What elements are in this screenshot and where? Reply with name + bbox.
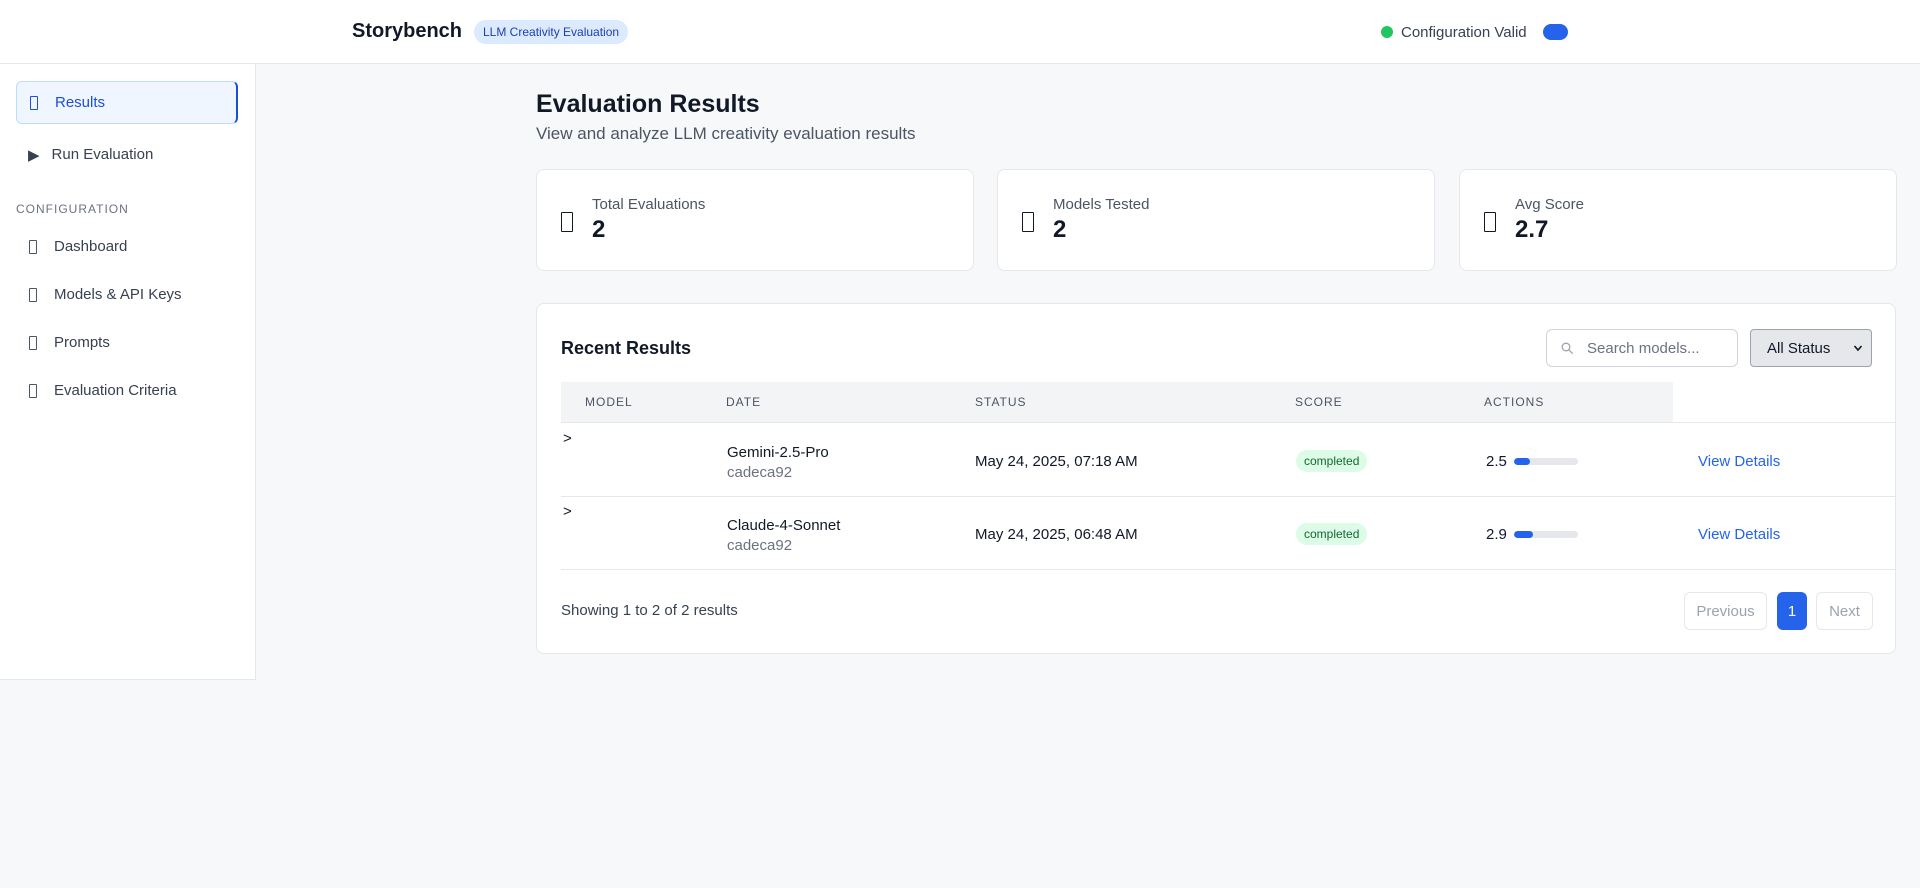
- models-icon: [1022, 212, 1034, 232]
- sidebar-item-models-api-keys[interactable]: Models & API Keys: [16, 273, 238, 316]
- brand-badge: LLM Creativity Evaluation: [474, 20, 629, 44]
- status-badge: completed: [1296, 523, 1368, 545]
- sidebar-item-dashboard[interactable]: Dashboard: [16, 225, 238, 268]
- status-dot-icon: [1381, 26, 1393, 38]
- result-date: May 24, 2025, 07:18 AM: [975, 453, 1138, 470]
- search-box: [1546, 329, 1738, 367]
- sidebar-item-label: Prompts: [54, 334, 110, 351]
- status-filter-value: All Status: [1767, 339, 1831, 357]
- sidebar: Results ▶ Run Evaluation CONFIGURATION D…: [0, 64, 256, 680]
- evaluations-icon: [561, 212, 573, 232]
- model-run-id: cadeca92: [727, 537, 793, 554]
- results-title: Recent Results: [561, 338, 692, 358]
- sidebar-item-label: Run Evaluation: [51, 146, 154, 163]
- model-name: Gemini-2.5-Pro: [727, 444, 829, 461]
- score-value: 2.5: [1486, 453, 1507, 470]
- status-filter-select[interactable]: All Status: [1750, 329, 1872, 367]
- sidebar-item-results[interactable]: Results: [16, 81, 238, 124]
- model-run-id: cadeca92: [727, 464, 793, 481]
- stat-card-avg-score: Avg Score 2.7: [1459, 169, 1897, 271]
- dashboard-icon: [26, 239, 40, 255]
- config-status-text: Configuration Valid: [1401, 23, 1527, 41]
- score-bar: [1514, 531, 1578, 538]
- result-date: May 24, 2025, 06:48 AM: [975, 526, 1138, 543]
- search-icon: [1561, 342, 1573, 354]
- score-icon: [1484, 212, 1496, 232]
- sidebar-item-label: Results: [55, 94, 106, 111]
- sidebar-item-prompts[interactable]: Prompts: [16, 321, 238, 364]
- stat-value: 2.7: [1515, 216, 1549, 243]
- score-value: 2.9: [1486, 526, 1507, 543]
- section-label-configuration: CONFIGURATION: [16, 202, 129, 216]
- model-name: Claude-4-Sonnet: [727, 517, 841, 534]
- stat-card-models-tested: Models Tested 2: [997, 169, 1435, 271]
- status-badge: completed: [1296, 450, 1368, 472]
- document-icon: [27, 95, 41, 111]
- score-bar-fill: [1514, 531, 1533, 538]
- column-header-score: SCORE: [1295, 395, 1343, 409]
- prompt-icon: [26, 335, 40, 351]
- sidebar-item-run-evaluation[interactable]: ▶ Run Evaluation: [16, 133, 238, 176]
- page-title: Evaluation Results: [536, 90, 760, 118]
- column-header-actions: ACTIONS: [1484, 395, 1545, 409]
- results-count-text: Showing 1 to 2 of 2 results: [561, 602, 738, 619]
- column-header-date: DATE: [726, 395, 762, 409]
- view-details-link[interactable]: View Details: [1698, 453, 1780, 470]
- chevron-down-icon: [1853, 345, 1863, 352]
- page-1-button[interactable]: 1: [1777, 592, 1807, 630]
- recent-results-card: Recent Results All Status MODEL DATE STA…: [536, 303, 1896, 654]
- column-header-status: STATUS: [975, 395, 1027, 409]
- sidebar-item-evaluation-criteria[interactable]: Evaluation Criteria: [16, 369, 238, 412]
- row-expander[interactable]: >: [563, 503, 572, 520]
- score-bar-fill: [1514, 458, 1530, 465]
- stat-value: 2: [592, 216, 606, 243]
- score-bar: [1514, 458, 1578, 465]
- key-icon: [26, 287, 40, 303]
- view-details-link[interactable]: View Details: [1698, 526, 1780, 543]
- page-subtitle: View and analyze LLM creativity evaluati…: [536, 124, 916, 143]
- table-row: > Claude-4-Sonnet cadeca92 May 24, 2025,…: [561, 497, 1896, 570]
- top-header: Storybench LLM Creativity Evaluation Con…: [0, 0, 1920, 64]
- brand-title[interactable]: Storybench: [352, 20, 462, 43]
- column-header-model: MODEL: [585, 395, 633, 409]
- search-input[interactable]: [1587, 330, 1732, 366]
- play-icon: ▶: [28, 146, 40, 164]
- criteria-icon: [26, 383, 40, 399]
- stat-label: Models Tested: [1053, 196, 1150, 213]
- sidebar-item-label: Models & API Keys: [54, 286, 182, 303]
- stat-label: Total Evaluations: [592, 196, 706, 213]
- table-header: MODEL DATE STATUS SCORE ACTIONS: [561, 382, 1896, 423]
- row-expander[interactable]: >: [563, 430, 572, 447]
- sidebar-item-label: Dashboard: [54, 238, 128, 255]
- config-status: Configuration Valid: [1381, 22, 1527, 42]
- next-page-button[interactable]: Next: [1816, 592, 1873, 630]
- theme-toggle[interactable]: [1543, 24, 1568, 40]
- stat-label: Avg Score: [1515, 196, 1584, 213]
- previous-page-button[interactable]: Previous: [1684, 592, 1767, 630]
- table-row: > Gemini-2.5-Pro cadeca92 May 24, 2025, …: [561, 424, 1896, 497]
- stat-value: 2: [1053, 216, 1067, 243]
- sidebar-item-label: Evaluation Criteria: [54, 382, 177, 399]
- stat-card-total-evaluations: Total Evaluations 2: [536, 169, 974, 271]
